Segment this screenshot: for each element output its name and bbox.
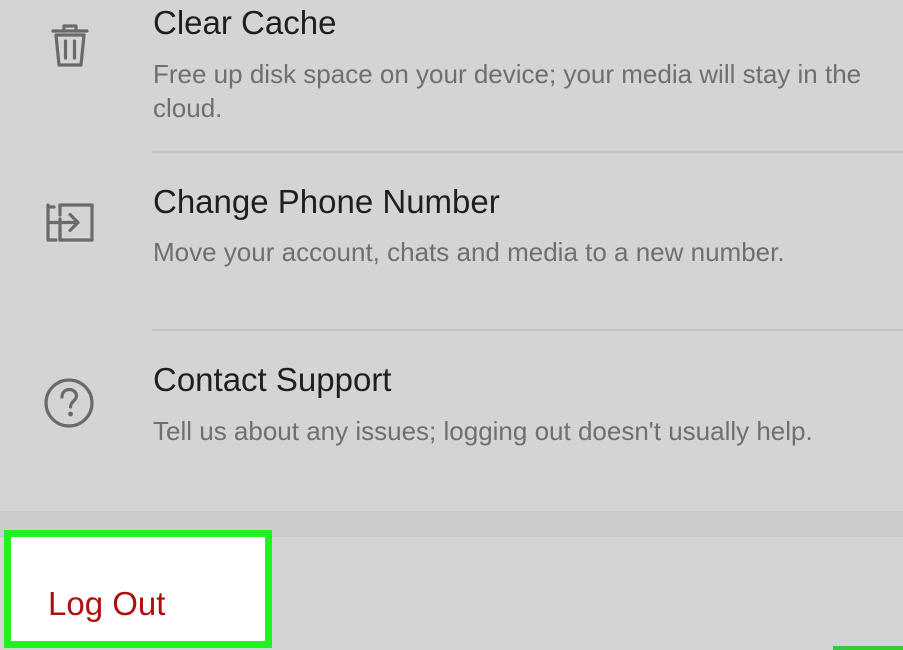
contact-support-title: Contact Support (153, 361, 392, 398)
change-phone-number-title: Change Phone Number (153, 183, 500, 220)
transfer-icon (40, 195, 100, 255)
settings-screen: Clear Cache Free up disk space on your d… (0, 0, 903, 650)
change-phone-number-description: Move your account, chats and media to a … (153, 237, 785, 267)
clear-cache-item[interactable]: Clear Cache Free up disk space on your d… (0, 0, 903, 152)
help-icon (40, 374, 100, 434)
trash-icon (40, 16, 100, 76)
contact-support-item[interactable]: Contact Support Tell us about any issues… (0, 331, 903, 511)
clear-cache-description: Free up disk space on your device; your … (153, 59, 862, 123)
logout-button[interactable]: Log Out (48, 585, 165, 623)
decorative-accent (833, 646, 903, 650)
logout-highlight-box: Log Out (4, 530, 272, 648)
change-phone-number-item[interactable]: Change Phone Number Move your account, c… (0, 153, 903, 330)
clear-cache-title: Clear Cache (153, 4, 337, 41)
contact-support-description: Tell us about any issues; logging out do… (153, 416, 813, 446)
